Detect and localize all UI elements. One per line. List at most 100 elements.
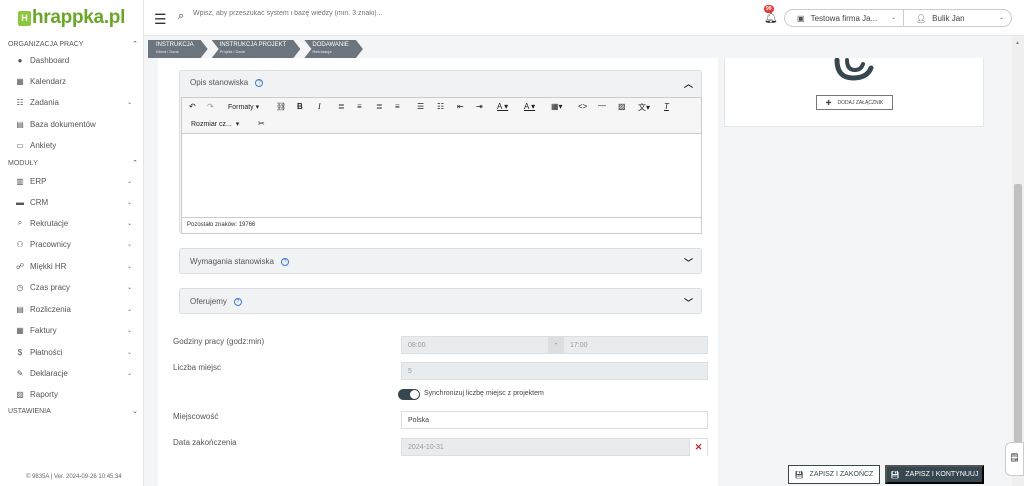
accordion-header[interactable]: Opis stanowiska ? [190,78,264,87]
chevron-up-icon: ⌃ [132,41,138,48]
align-left-icon[interactable]: ≣ [338,102,345,111]
accordion-offer[interactable]: Oferujemy ? ﹀ [179,288,702,314]
redo-icon[interactable]: ↷ [207,102,214,111]
sidebar: H hrappka.pl ORGANIZACJA PRACY ⌃ ● Dashbo… [0,0,144,486]
bell-icon[interactable]: 🔔︎ [764,11,778,24]
horizontal-rule-icon[interactable]: — [598,101,606,110]
sidebar-item-surveys[interactable]: ▭ Ankiety [14,137,132,153]
undo-icon[interactable]: ↶ [189,102,196,111]
nav-section-work[interactable]: ORGANIZACJA PRACY ⌃ [8,38,138,50]
italic-icon[interactable]: I [318,102,321,111]
indent-icon[interactable]: ⇥ [476,102,483,111]
table-icon[interactable]: ▦▾ [551,102,563,111]
accordion-header[interactable]: Wymagania stanowiska ? [190,257,289,266]
sidebar-item-work-time[interactable]: ◷ Czas pracy ⌄ [14,279,133,295]
hours-to-input[interactable]: 17:00 [563,336,708,354]
sidebar-item-soft-hr[interactable]: ☍ Miękki HR ⌄ [14,258,132,274]
note-icon: 🗒︎ [1009,453,1020,462]
accordion-title: Opis stanowiska [190,78,249,87]
search-input[interactable] [193,10,493,17]
sidebar-item-documents[interactable]: ▤ Baza dokumentów [14,116,132,132]
sidebar-item-tasks[interactable]: ☷ Zadania ⌄ [14,94,132,110]
chevron-down-icon[interactable]: ﹀ [684,296,693,309]
job-form: Opis stanowiska ? ︿ ↶ ↷ Formaty ▾ ⛓ B I … [158,58,718,486]
clear-format-icon[interactable]: T [664,102,669,111]
nav-section-modules[interactable]: MODUŁY ⌃ [8,157,138,169]
outdent-icon[interactable]: ⇤ [457,102,464,111]
chars-left: Pozostało znaków: 19766 [187,222,256,228]
user-select[interactable]: 👤︎ Bulik Jan ⌄ [903,9,1012,27]
reports-icon: ▨ [16,389,24,399]
translate-icon[interactable]: 文▾ [638,102,650,113]
help-icon[interactable]: ? [255,78,264,87]
places-input[interactable]: 5 [401,362,708,380]
sidebar-item-label: Rekrutacje [30,218,69,228]
chevron-down-icon[interactable]: ﹀ [684,256,693,269]
feedback-tab-button[interactable]: 🗒︎ [1005,442,1024,476]
sync-places-label: Synchronizuj liczbę miejsc z projektem [424,390,544,397]
logo-text: hrappka.pl [32,7,126,28]
floppy-disk-icon: 💾︎ [794,471,804,479]
background-color-icon[interactable]: A ▾ [524,102,535,111]
text-color-icon[interactable]: A ▾ [497,102,508,111]
accordion-requirements[interactable]: Wymagania stanowiska ? ﹀ [179,248,702,274]
breadcrumb-item[interactable]: DODAWANIE Rekrutacja [304,40,363,58]
sidebar-item-erp[interactable]: ▥ ERP ⌄ [14,173,132,189]
scroll-thumb[interactable] [1014,184,1022,474]
sidebar-item-reports[interactable]: ▨ Raporty [14,386,132,402]
scroll-up-icon[interactable]: ▲ [1015,40,1020,46]
sidebar-item-recruitment[interactable]: ⌕ Rekrutacje ⌄ [14,215,132,231]
hours-separator: - [548,336,564,354]
formats-label: Formaty [228,104,254,111]
align-justify-icon[interactable]: ≡ [395,102,400,111]
clear-date-icon[interactable]: ✕ [689,439,707,456]
sidebar-item-invoices[interactable]: ▦ Faktury ⌄ [14,322,132,338]
nav-section-settings[interactable]: USTAWIENIA ⌄ [8,405,138,417]
sidebar-item-crm[interactable]: ▬ CRM ⌄ [14,194,132,210]
floppy-disk-icon: 💾︎ [890,471,900,479]
hours-from-input[interactable]: 08:00 [401,336,549,354]
save-and-close-button[interactable]: 💾︎ ZAPISZ I ZAKOŃCZ [788,465,880,484]
logo[interactable]: H hrappka.pl [18,7,126,28]
page-scrollbar[interactable]: ▲ [1012,36,1024,486]
chevron-up-icon[interactable]: ︿ [684,77,693,90]
breadcrumb-item[interactable]: INSTRUKCJA Klient / Dane [148,40,208,58]
sync-places-toggle[interactable] [398,389,420,400]
city-input[interactable]: Polska [401,411,708,429]
city-label: Miejscowość [173,412,219,421]
sidebar-item-employees[interactable]: ⚇ Pracownicy ⌄ [14,236,132,252]
align-right-icon[interactable]: ≣ [376,102,383,111]
help-icon[interactable]: ? [280,257,289,266]
align-center-icon[interactable]: ≡ [357,102,362,111]
editor-content-area[interactable] [182,135,701,217]
sidebar-item-declarations[interactable]: ✎ Deklaracje ⌄ [14,365,132,381]
company-icon: ▣ [797,13,805,23]
accordion-header[interactable]: Oferujemy ? [190,297,242,306]
sidebar-item-settlements[interactable]: ▤ Rozliczenia ⌄ [14,301,132,317]
numbered-list-icon[interactable]: ☷ [437,102,444,111]
logo-mark: H [18,10,31,26]
bold-icon[interactable]: B [297,102,303,111]
formats-dropdown[interactable]: Formaty ▾ [228,103,259,111]
breadcrumb-item[interactable]: INSTRUKCJA PROJEKT Projekt / Dane [212,40,301,58]
font-size-dropdown[interactable]: Rozmiar cz... ▾ [191,120,239,128]
sidebar-item-calendar[interactable]: ▦ Kalendarz [14,73,132,89]
scissors-icon[interactable]: ✂ [258,119,265,128]
chevron-down-icon: ⌄ [890,15,896,21]
accordion-job-description: Opis stanowiska ? ︿ ↶ ↷ Formaty ▾ ⛓ B I … [179,70,702,234]
sidebar-item-payments[interactable]: $ Płatności ⌄ [14,344,132,360]
add-attachment-button[interactable]: ✚ DODAJ ZAŁĄCZNIK [816,95,893,110]
link-icon[interactable]: ⛓ [276,102,286,111]
code-icon[interactable]: <> [578,102,587,111]
sidebar-item-label: Ankiety [30,140,57,150]
company-select[interactable]: ▣ Testowa firma Ja... ⌄ [784,9,904,27]
breadcrumb-title: DODAWANIE [312,42,349,48]
image-icon[interactable]: ▨ [618,102,626,111]
add-attachment-label: DODAJ ZAŁĄCZNIK [837,99,884,106]
help-icon[interactable]: ? [233,297,242,306]
hamburger-menu-icon[interactable]: ☰ [154,11,167,28]
sidebar-item-dashboard[interactable]: ● Dashboard [14,52,132,68]
end-date-input[interactable]: 2024-10-31 [401,438,708,456]
bullet-list-icon[interactable]: ☰ [417,102,424,111]
save-and-continue-button[interactable]: 💾︎ ZAPISZ I KONTYNUUJ [885,465,984,484]
